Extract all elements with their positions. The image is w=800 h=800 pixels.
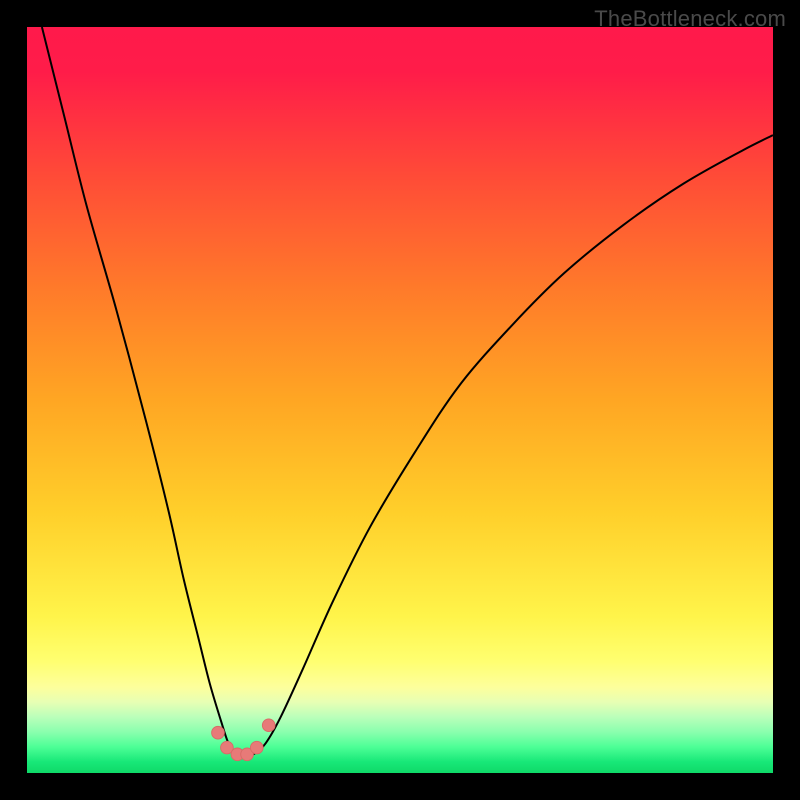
trough-marker xyxy=(212,726,225,739)
trough-markers xyxy=(212,719,275,761)
bottleneck-curve xyxy=(42,27,773,757)
bottleneck-chart xyxy=(27,27,773,773)
chart-frame xyxy=(27,27,773,773)
trough-marker xyxy=(262,719,275,732)
trough-marker xyxy=(250,741,263,754)
